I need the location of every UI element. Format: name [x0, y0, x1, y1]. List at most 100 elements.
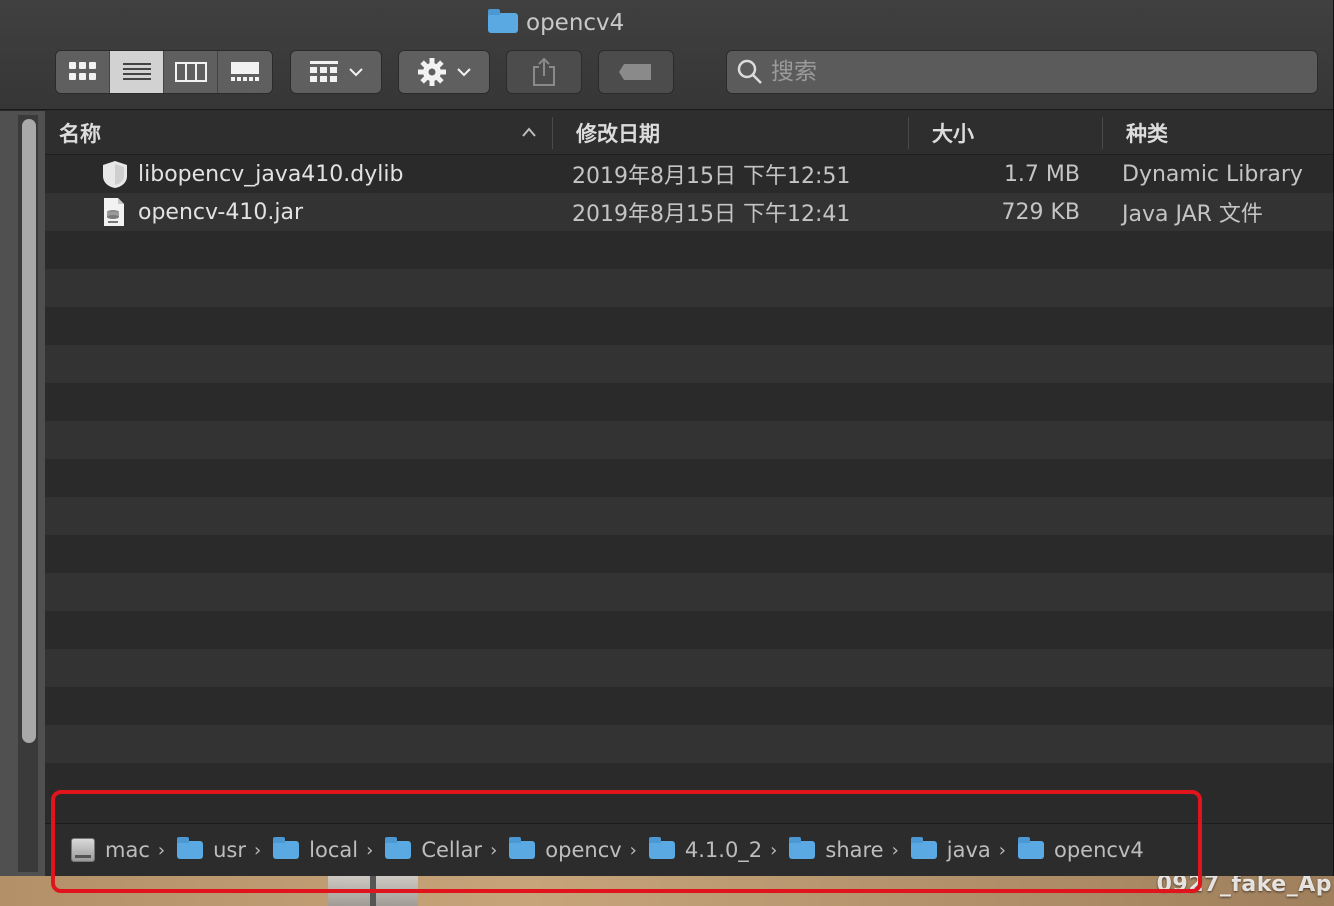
chevron-right-icon: ›	[157, 839, 166, 861]
empty-row	[45, 573, 1333, 611]
path-item-label: Cellar	[421, 838, 483, 862]
chevron-right-icon: ›	[490, 839, 498, 861]
column-kind[interactable]: 种类	[1126, 111, 1168, 155]
search-icon	[737, 59, 762, 84]
path-item-local[interactable]: local	[273, 837, 359, 862]
chevron-right-icon: ›	[253, 839, 262, 861]
archive-zipper	[370, 876, 376, 906]
path-item-share[interactable]: share	[789, 837, 884, 862]
file-icon-cell	[100, 155, 130, 193]
path-item-label: share	[825, 838, 884, 862]
column-size-label: 大小	[932, 122, 974, 146]
window-title-label: opencv4	[526, 10, 625, 36]
icon-view-button[interactable]	[56, 51, 110, 93]
column-divider[interactable]	[908, 117, 909, 149]
jar-icon	[104, 198, 124, 226]
file-row[interactable]: opencv-410.jar 2019年8月15日 下午12:41 729 KB…	[45, 193, 1333, 231]
action-menu-button[interactable]	[398, 50, 490, 94]
column-name[interactable]: 名称	[59, 111, 101, 155]
path-item-cellar[interactable]: Cellar	[385, 837, 483, 862]
column-divider[interactable]	[1102, 117, 1103, 149]
desktop-background	[0, 876, 1334, 906]
file-name: libopencv_java410.dylib	[138, 161, 404, 187]
file-kind: Dynamic Library	[1122, 161, 1303, 187]
file-size: 729 KB	[1001, 199, 1080, 225]
file-rows: libopencv_java410.dylib 2019年8月15日 下午12:…	[45, 155, 1333, 801]
gallery-view-icon	[231, 62, 259, 81]
file-date: 2019年8月15日 下午12:41	[572, 202, 851, 227]
window-title: opencv4	[488, 8, 624, 38]
share-icon	[533, 57, 555, 86]
finder-window: opencv4 搜索 名称 修改日期 大小 种类 libopencv_java4…	[0, 0, 1334, 876]
column-date[interactable]: 修改日期	[576, 111, 660, 155]
path-bar: mac › usr › local › Cellar › opencv › 4.…	[45, 823, 1333, 876]
scrollbar-thumb[interactable]	[22, 119, 36, 743]
folder-icon	[488, 9, 518, 33]
file-size: 1.7 MB	[1003, 161, 1080, 187]
path-item-opencv4[interactable]: opencv4	[1018, 837, 1144, 862]
folder-icon	[789, 837, 816, 859]
file-kind: Java JAR 文件	[1122, 202, 1263, 227]
search-field[interactable]	[726, 50, 1318, 94]
folder-icon	[509, 837, 536, 859]
column-size[interactable]: 大小	[932, 111, 974, 155]
empty-row	[45, 687, 1333, 725]
column-date-label: 修改日期	[576, 122, 660, 146]
column-view-button[interactable]	[164, 51, 218, 93]
folder-icon	[648, 837, 675, 859]
icon-view-icon	[68, 62, 96, 80]
file-list: 名称 修改日期 大小 种类 libopencv_java410.dylib 20…	[45, 111, 1333, 876]
path-item-label: opencv4	[1054, 838, 1144, 862]
empty-row	[45, 763, 1333, 801]
dylib-icon	[103, 161, 127, 188]
folder-icon	[177, 837, 204, 859]
empty-row	[45, 649, 1333, 687]
chevron-right-icon: ›	[629, 839, 637, 861]
column-header: 名称 修改日期 大小 种类	[45, 111, 1333, 155]
empty-row	[45, 231, 1333, 269]
empty-row	[45, 725, 1333, 763]
path-item-label: local	[309, 838, 359, 862]
path-item-label: java	[946, 838, 991, 862]
gallery-view-button[interactable]	[218, 51, 272, 93]
path-item-version[interactable]: 4.1.0_2	[648, 837, 762, 862]
list-view-button[interactable]	[110, 51, 164, 93]
path-item-mac[interactable]: mac	[71, 838, 150, 862]
path-item-label: usr	[213, 838, 246, 862]
gear-icon	[418, 58, 446, 86]
folder-icon	[385, 837, 412, 859]
empty-row	[45, 421, 1333, 459]
empty-row	[45, 307, 1333, 345]
folder-icon	[1018, 837, 1044, 859]
file-name: opencv-410.jar	[138, 199, 303, 225]
path-item-java[interactable]: java	[910, 837, 991, 862]
toolbar: opencv4	[0, 0, 1333, 110]
chevron-right-icon: ›	[891, 839, 899, 861]
column-divider[interactable]	[552, 117, 553, 149]
tags-button[interactable]	[598, 50, 674, 94]
sort-ascending-icon[interactable]	[521, 126, 537, 138]
view-mode-control	[55, 50, 273, 94]
group-icon	[310, 61, 338, 82]
file-row[interactable]: libopencv_java410.dylib 2019年8月15日 下午12:…	[45, 155, 1333, 193]
column-kind-label: 种类	[1126, 122, 1168, 146]
list-view-icon	[122, 63, 151, 80]
path-item-opencv[interactable]: opencv	[509, 837, 622, 862]
chevron-down-icon	[457, 68, 471, 77]
path-item-label: mac	[105, 838, 150, 862]
chevron-right-icon: ›	[998, 839, 1006, 861]
empty-row	[45, 611, 1333, 649]
hard-disk-icon	[71, 838, 95, 862]
group-by-button[interactable]	[290, 50, 382, 94]
empty-row	[45, 459, 1333, 497]
path-item-usr[interactable]: usr	[177, 837, 246, 862]
chevron-right-icon: ›	[770, 839, 778, 861]
file-date: 2019年8月15日 下午12:51	[572, 164, 851, 189]
chevron-right-icon: ›	[366, 839, 374, 861]
chevron-down-icon	[349, 68, 363, 77]
share-button[interactable]	[506, 50, 582, 94]
folder-icon	[273, 837, 300, 859]
search-input[interactable]	[771, 59, 1291, 85]
empty-row	[45, 269, 1333, 307]
column-view-icon	[174, 62, 207, 82]
